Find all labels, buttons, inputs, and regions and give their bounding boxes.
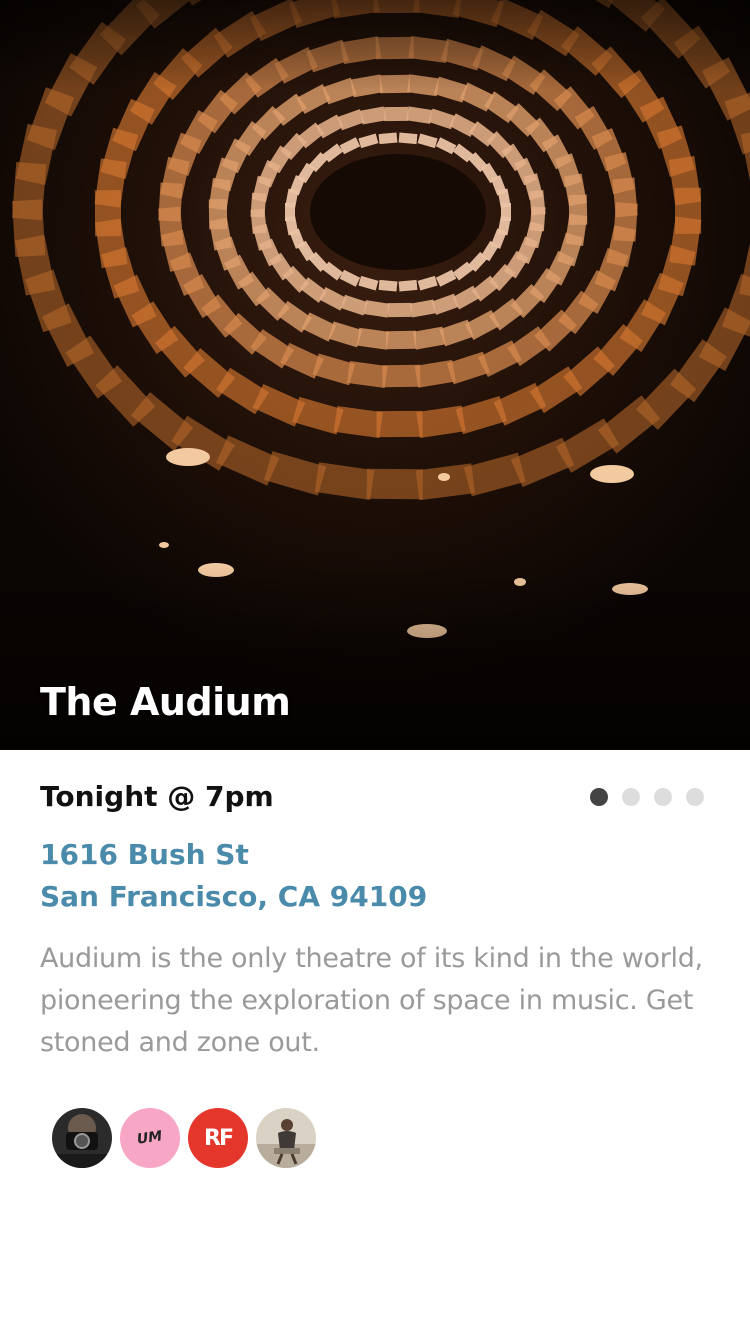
page-dot-2[interactable] <box>622 788 640 806</box>
venue-title: The Audium <box>40 680 291 724</box>
event-description: Audium is the only theatre of its kind i… <box>40 943 703 1058</box>
person-photo-icon <box>256 1108 316 1168</box>
page-indicator[interactable] <box>590 788 704 806</box>
hero-image[interactable]: The Audium <box>0 0 750 750</box>
address-street[interactable]: 1616 Bush St <box>40 834 427 876</box>
address-city[interactable]: San Francisco, CA 94109 <box>40 876 427 918</box>
page-dot-1[interactable] <box>590 788 608 806</box>
page-dot-3[interactable] <box>654 788 672 806</box>
venue-address[interactable]: 1616 Bush St San Francisco, CA 94109 <box>40 834 427 918</box>
event-time: Tonight @ 7pm <box>40 780 274 813</box>
attendee-avatar-photographer[interactable] <box>52 1108 112 1168</box>
attendee-avatar-um[interactable]: UM <box>120 1108 180 1168</box>
audium-ceiling-image <box>0 0 750 750</box>
page-dot-4[interactable] <box>686 788 704 806</box>
attendee-avatar-person[interactable] <box>256 1108 316 1168</box>
attendee-avatar-rf[interactable]: RF <box>188 1108 248 1168</box>
um-logo-text: UM <box>136 1128 164 1148</box>
rf-logo-text: RF <box>204 1125 234 1151</box>
attendee-list: UM RF <box>52 1108 316 1168</box>
camera-person-icon <box>52 1108 112 1168</box>
